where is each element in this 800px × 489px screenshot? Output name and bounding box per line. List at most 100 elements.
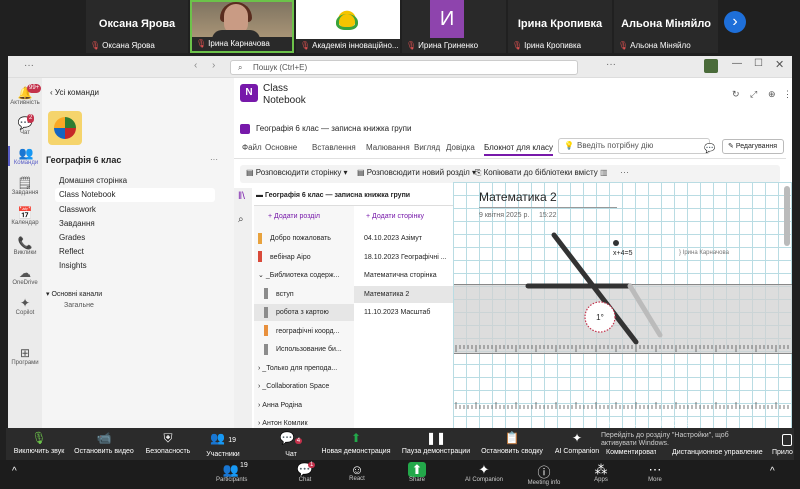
team-link[interactable]: Classwork	[59, 205, 96, 214]
tab-help[interactable]: Довідка	[446, 143, 475, 152]
add-page-button[interactable]: + Додати сторінку	[366, 213, 424, 220]
section-item[interactable]: › _Collaboration Space	[254, 378, 354, 395]
popout-icon[interactable]: ⤢	[750, 89, 757, 100]
tab-insert[interactable]: Вставлення	[312, 143, 356, 152]
page-item[interactable]: Математична сторінка	[354, 267, 454, 284]
scrollbar[interactable]	[784, 186, 790, 246]
more-icon[interactable]: ···	[24, 60, 34, 71]
edit-mode-dropdown[interactable]: ✎ Редагування	[722, 139, 784, 154]
chevron-up-icon[interactable]: ^	[770, 466, 775, 477]
refresh-icon[interactable]: ↻	[732, 89, 740, 100]
rail-item-calendar[interactable]: 📅 Календар	[8, 206, 42, 226]
page-item[interactable]: Математика 2	[354, 285, 454, 303]
share-button[interactable]: ⬆ Share	[402, 462, 432, 487]
team-link[interactable]: Завдання	[59, 219, 95, 228]
team-link[interactable]: Insights	[59, 261, 87, 270]
pause-share-button[interactable]: ❚❚ Пауза демонстрации	[398, 428, 474, 460]
settings-icon[interactable]: ···	[606, 59, 616, 70]
copy-to-library-button[interactable]: ⎘ Копіювати до бібліотеки вмісту	[475, 168, 598, 178]
section-item[interactable]: Добро пожаловать	[254, 230, 354, 247]
chevron-up-icon[interactable]: ^	[12, 466, 17, 477]
next-page-button[interactable]: ›	[724, 11, 746, 33]
more-icon[interactable]: ⋮	[783, 89, 792, 100]
search-icon[interactable]: ⌕	[238, 214, 244, 225]
minimize-icon[interactable]: —	[732, 58, 742, 69]
meeting-info-button[interactable]: ⓘ Meeting info	[524, 462, 564, 487]
tab-view[interactable]: Вигляд	[414, 143, 440, 152]
team-more-icon[interactable]: ···	[210, 155, 218, 164]
participants-button[interactable]: 👥 19 Участники	[198, 428, 248, 460]
avatar[interactable]	[704, 59, 718, 73]
annotate-button[interactable]: Комментировать	[606, 449, 656, 456]
add-section-button[interactable]: + Додати розділ	[268, 213, 320, 220]
participant-tile[interactable]: Альона Міняйло 🎙 Альона Міняйло	[614, 0, 718, 53]
doc-icon[interactable]: ▥	[600, 168, 608, 177]
forward-arrow-icon[interactable]: ›	[212, 60, 215, 71]
stop-video-button[interactable]: 📹 Остановить видео	[70, 428, 138, 460]
rail-item-assignments[interactable]: 🗒 Завдання	[8, 176, 42, 196]
ai-companion-button[interactable]: ✦ AI Companion	[548, 428, 606, 460]
distribute-page-button[interactable]: ▤ Розповсюдити сторінку ▾	[246, 168, 348, 177]
distribute-section-button[interactable]: ▤ Розповсюдити новий розділ ▾	[357, 168, 476, 177]
participants-button[interactable]: 👥 19 Participants	[216, 462, 248, 487]
apps-button[interactable]: Прило	[772, 449, 794, 456]
more-icon[interactable]: ···	[620, 167, 629, 177]
chat-button[interactable]: 💬 1 Chat	[290, 462, 320, 487]
chat-button[interactable]: 💬 4 Чат	[272, 428, 310, 460]
more-button[interactable]: ⋯ More	[640, 462, 670, 487]
team-link[interactable]: Reflect	[59, 247, 84, 256]
page-item[interactable]: 18.10.2023 Географічні ...	[354, 249, 454, 266]
maximize-icon[interactable]: ☐	[754, 58, 763, 69]
rail-item-teams[interactable]: 👥 Команди	[8, 146, 42, 166]
new-share-button[interactable]: ⬆ Новая демонстрация	[316, 428, 396, 460]
participant-tile[interactable]: И 🎙 Ирина Гриненко	[402, 0, 506, 53]
search-input[interactable]: ⌕ Пошук (Ctrl+E)	[230, 60, 578, 75]
section-item[interactable]: географічні коорд...	[254, 323, 354, 340]
page-item[interactable]: 04.10.2023 Азімут	[354, 230, 454, 247]
tab-file[interactable]: Файл	[242, 143, 262, 152]
apps-button[interactable]: ⁂ Apps	[586, 462, 616, 487]
notebooks-icon[interactable]: ‖\	[238, 191, 245, 202]
section-item[interactable]: › Анна Родіна	[254, 397, 354, 414]
back-arrow-icon[interactable]: ‹	[194, 60, 197, 71]
tell-me-input[interactable]: 💡 Введіть потрібну дію	[558, 138, 710, 154]
section-item[interactable]: робота з картою	[254, 304, 354, 321]
participant-tile[interactable]: Оксана Ярова 🎙 Оксана Ярова	[86, 0, 188, 53]
close-icon[interactable]: ✕	[775, 58, 784, 71]
page-item[interactable]: 11.10.2023 Масштаб	[354, 304, 454, 321]
tab-draw[interactable]: Малювання	[366, 143, 410, 152]
section-item[interactable]: Использование би...	[254, 341, 354, 358]
rail-item-copilot[interactable]: ✦ Copilot	[8, 296, 42, 316]
react-button[interactable]: ☺ React	[342, 462, 372, 487]
security-button[interactable]: ⛨ Безопасность	[140, 428, 196, 460]
tab-home[interactable]: Основне	[265, 143, 297, 152]
team-link[interactable]: Class Notebook	[59, 190, 115, 199]
section-item[interactable]: вебінар Аіро	[254, 249, 354, 266]
back-to-teams-link[interactable]: ‹ Усі команди	[50, 88, 99, 97]
channels-header[interactable]: ▾ Основні канали	[46, 290, 102, 298]
mute-button[interactable]: 🎙 Виключить звук	[8, 428, 70, 460]
team-link[interactable]: Домашня сторінка	[59, 176, 127, 185]
rail-item-chat[interactable]: 💬 2 Чат	[8, 114, 42, 136]
rail-item-onedrive[interactable]: ☁ OneDrive	[8, 266, 42, 286]
participant-tile[interactable]: Ірина Кропивка 🎙 Ірина Кропивка	[508, 0, 612, 53]
ai-companion-button[interactable]: ✦ AI Companion	[464, 462, 504, 487]
globe-icon[interactable]: ⊕	[768, 89, 776, 100]
nav-notebook-header[interactable]: ▬ Географія 6 клас — записна книжка груп…	[256, 192, 410, 199]
tab-class-notebook[interactable]: Блокнот для класу	[484, 143, 554, 156]
section-item[interactable]: › _Только для препода...	[254, 360, 354, 377]
stop-summary-button[interactable]: 📋 Остановить сводку	[476, 428, 548, 460]
team-link[interactable]: Grades	[59, 233, 85, 242]
apps-icon[interactable]	[782, 434, 792, 446]
comment-icon[interactable]: 💬	[704, 143, 715, 154]
rail-item-apps[interactable]: ⊞ Програми	[8, 346, 42, 366]
channel-item[interactable]: Загальне	[64, 302, 94, 309]
section-item[interactable]: вступ	[254, 286, 354, 303]
taskbar-label: Apps	[594, 477, 608, 483]
section-item[interactable]: ⌄ _Библиотека содерж...	[254, 267, 354, 284]
rail-item-activity[interactable]: 🔔 99+ Активність	[8, 84, 42, 106]
remote-control-button[interactable]: Дистанционное управление	[672, 449, 772, 456]
participant-tile-active[interactable]: 🎙 Ірина Карначова	[190, 0, 294, 53]
rail-item-calls[interactable]: 📞 Виклики	[8, 236, 42, 256]
participant-tile[interactable]: 🎙 Академія інноваційно...	[296, 0, 400, 53]
